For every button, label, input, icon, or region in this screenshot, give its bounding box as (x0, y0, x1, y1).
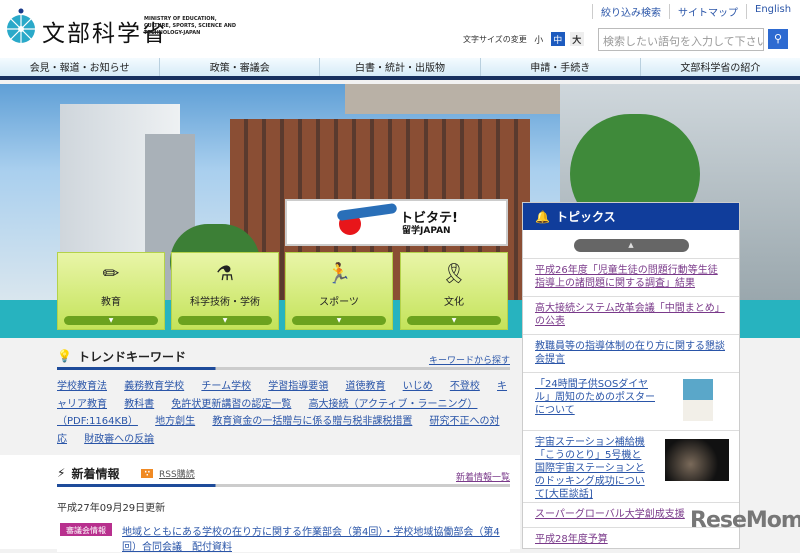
chevron-down-icon: ▼ (407, 316, 501, 325)
keyword-list: 学校教育法 義務教育学校 チーム学校 学習指導要領 道徳教育 いじめ 不登校 キ… (57, 378, 510, 448)
font-size-label: 文字サイズの変更 (463, 34, 527, 44)
topic-link[interactable]: スーパーグローバル大学創成支援 (535, 509, 685, 520)
keyword-link[interactable]: 教科書 (124, 399, 154, 410)
topic-link[interactable]: 宇宙ステーション補給機「こうのとり」5号機と国際宇宙ステーションとのドッキング成… (535, 437, 645, 500)
keyword-link[interactable]: 地方創生 (155, 416, 195, 427)
keyword-link[interactable]: 道徳教育 (345, 381, 385, 392)
tile-education[interactable]: ✏ 教育 ▼ (57, 252, 165, 330)
keyword-link[interactable]: 学習指導要領 (268, 381, 328, 392)
topic-item[interactable]: 高大接続システム改革会議「中間まとめ」の公表 (523, 296, 739, 334)
divider (57, 484, 510, 487)
search-input[interactable]: 検索したい語句を入力して下さい (598, 28, 764, 51)
chevron-down-icon: ▼ (292, 316, 386, 325)
trend-keywords: 💡 トレンドキーワード キーワードから探す 学校教育法 義務教育学校 チーム学校 … (57, 345, 510, 457)
tile-label: 教育 (101, 297, 121, 308)
runner-icon: 🏃 (326, 261, 352, 285)
poster-thumbnail (683, 379, 713, 421)
keyword-link[interactable]: 学校教育法 (57, 381, 107, 392)
english-link[interactable]: English (746, 4, 799, 19)
logo-english: MINISTRY OF EDUCATION, CULTURE, SPORTS, … (144, 16, 237, 36)
top-links: 絞り込み検索 サイトマップ English (592, 4, 799, 19)
nav-press[interactable]: 会見・報道・お知らせ (0, 58, 161, 76)
topics-title: トピックス (555, 210, 616, 224)
keyword-link[interactable]: 財政審への反論 (84, 434, 154, 445)
search-button[interactable]: ⚲ (768, 29, 788, 49)
tile-sports[interactable]: 🏃 スポーツ ▼ (285, 252, 393, 330)
topic-item[interactable]: 平成26年度「児童生徒の問題行動等生徒指導上の諸問題に関する調査」結果 (523, 258, 739, 296)
topic-item[interactable]: 教職員等の指導体制の在り方に関する懇談会提言 (523, 334, 739, 372)
section-title: 新着情報 (71, 466, 120, 481)
topic-item[interactable]: 「24時間子供SOSダイヤル」周知のためのポスターについて (523, 372, 739, 430)
topics-panel: 🔔 トピックス ▲ 平成26年度「児童生徒の問題行動等生徒指導上の諸問題に関する調… (522, 202, 740, 549)
space-station-thumbnail (665, 439, 729, 481)
divider (57, 367, 510, 370)
category-badge: 審議会情報 (60, 523, 112, 536)
tile-science[interactable]: ⚗ 科学技術・学術 ▼ (171, 252, 279, 330)
topic-link[interactable]: 平成28年度予算 (535, 534, 608, 545)
keyword-link[interactable]: 教育資金の一括贈与に係る贈与税非課税措置 (212, 416, 412, 427)
lightning-icon: ⚡ (57, 466, 66, 480)
section-title: トレンドキーワード (77, 349, 186, 364)
bell-icon: 🔔 (535, 209, 550, 224)
font-medium-button[interactable]: 中 (550, 32, 565, 46)
topic-item[interactable]: 宇宙ステーション補給機「こうのとり」5号機と国際宇宙ステーションとのドッキング成… (523, 430, 739, 502)
flask-icon: ⚗ (216, 261, 234, 285)
keyword-search-link[interactable]: キーワードから探す (429, 353, 510, 366)
keyword-link[interactable]: 義務教育学校 (124, 381, 184, 392)
tobitate-banner[interactable] (285, 199, 508, 246)
font-size-switcher: 文字サイズの変更 小 中 大 (463, 32, 584, 46)
nav-applications[interactable]: 申請・手続き (481, 58, 641, 76)
nav-about[interactable]: 文部科学省の紹介 (641, 58, 800, 76)
news-list-link[interactable]: 新着情報一覧 (456, 470, 510, 483)
chevron-down-icon: ▼ (178, 316, 272, 325)
keyword-link[interactable]: 免許状更新講習の認定一覧 (171, 399, 291, 410)
rss-link[interactable]: RSS購読 (159, 467, 195, 480)
topic-link[interactable]: 高大接続システム改革会議「中間まとめ」の公表 (535, 303, 725, 327)
tile-label: 科学技術・学術 (190, 297, 260, 308)
main-nav: 会見・報道・お知らせ 政策・審議会 白書・統計・出版物 申請・手続き 文部科学省… (0, 58, 800, 80)
tile-label: 文化 (444, 297, 464, 308)
rss-icon: ∵ (141, 468, 154, 478)
search-icon: ⚲ (773, 32, 783, 45)
tile-label: スポーツ (319, 297, 359, 308)
update-date: 平成27年09月29日更新 (57, 503, 166, 514)
font-large-button[interactable]: 大 (569, 32, 584, 46)
resemom-watermark: ReseMom (690, 508, 800, 533)
sitemap-link[interactable]: サイトマップ (669, 4, 746, 19)
banner-subtitle: 留学JAPAN (402, 226, 451, 236)
pencil-icon: ✏ (102, 261, 120, 285)
chevron-down-icon: ▼ (64, 316, 158, 325)
award-icon: 🎗 (441, 261, 467, 285)
news-section: ⚡ 新着情報 ∵ RSS購読 新着情報一覧 平成27年09月29日更新 審議会情報地… (57, 462, 510, 553)
keyword-link[interactable]: 不登校 (450, 381, 480, 392)
topic-link[interactable]: 平成26年度「児童生徒の問題行動等生徒指導上の諸問題に関する調査」結果 (535, 265, 718, 289)
lightbulb-icon: 💡 (57, 349, 72, 363)
font-small-button[interactable]: 小 (532, 32, 546, 46)
filter-search-link[interactable]: 絞り込み検索 (592, 4, 669, 19)
keyword-link[interactable]: いじめ (403, 381, 433, 392)
keyword-link[interactable]: チーム学校 (201, 381, 251, 392)
nav-policy[interactable]: 政策・審議会 (160, 58, 321, 76)
topic-link[interactable]: 教職員等の指導体制の在り方に関する懇談会提言 (535, 341, 725, 365)
scroll-up-button[interactable]: ▲ (573, 239, 689, 252)
logo-icon (7, 8, 35, 43)
nav-publications[interactable]: 白書・統計・出版物 (320, 58, 481, 76)
topic-link[interactable]: 「24時間子供SOSダイヤル」周知のためのポスターについて (535, 379, 655, 416)
tile-culture[interactable]: 🎗 文化 ▼ (400, 252, 508, 330)
